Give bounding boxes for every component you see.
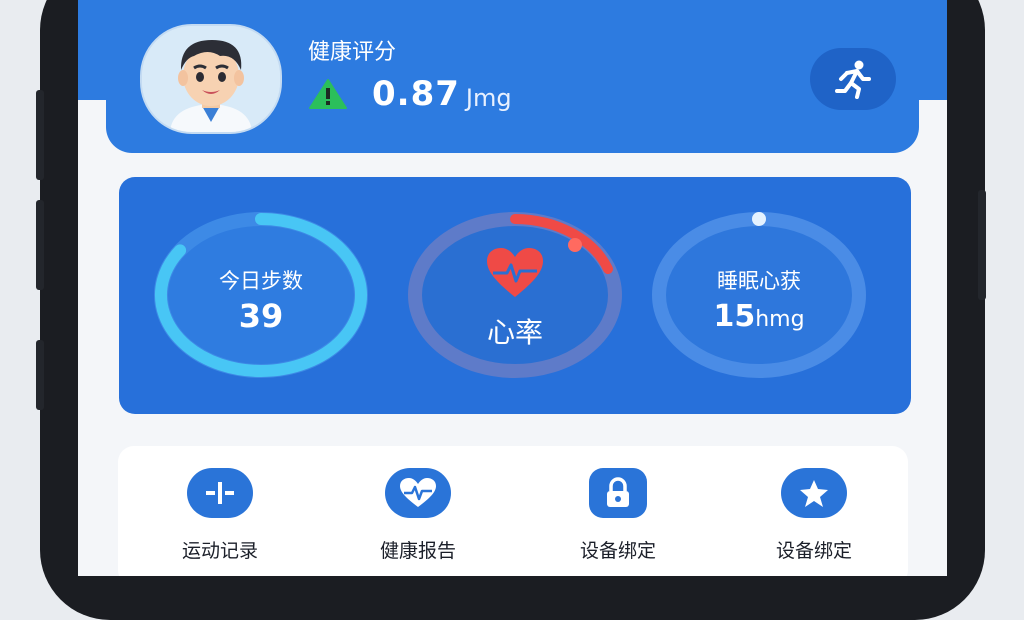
side-switch xyxy=(36,340,44,410)
action-label: 设备绑定 xyxy=(579,540,656,562)
action-device-binding[interactable]: 设备绑定 xyxy=(548,468,688,563)
health-score-unit: Jmg xyxy=(465,84,512,112)
heart-rate-label: 心率 xyxy=(486,316,543,349)
avatar[interactable] xyxy=(140,24,282,134)
power-button xyxy=(978,190,986,300)
steps-value: 39 xyxy=(238,297,284,335)
lock-icon xyxy=(589,468,647,518)
avatar-illustration xyxy=(142,26,280,132)
sleep-unit: hmg xyxy=(755,307,805,332)
health-stats-card: 今日步数 39 心率 睡眠心获 15hmg xyxy=(119,177,911,414)
action-health-report[interactable]: 健康报告 xyxy=(348,468,488,563)
steps-ring[interactable]: 今日步数 39 xyxy=(149,207,373,383)
action-label: 运动记录 xyxy=(181,540,258,562)
heart-pulse-icon xyxy=(385,468,451,518)
app-screen: 健康评分 0.87 Jmg 今日步数 39 心率 睡眠心获 15hmg 运动记录… xyxy=(78,0,947,576)
star-icon xyxy=(781,468,847,518)
sleep-value-row: 15hmg xyxy=(647,299,871,334)
action-exercise-records[interactable]: 运动记录 xyxy=(150,468,290,563)
running-icon xyxy=(835,60,871,99)
warning-icon xyxy=(309,79,347,109)
health-score-row: 0.87 Jmg xyxy=(308,74,512,114)
action-label: 健康报告 xyxy=(379,540,456,562)
health-score-title: 健康评分 xyxy=(308,40,397,65)
sleep-progress-ring xyxy=(652,212,866,378)
steps-label: 今日步数 xyxy=(219,269,303,293)
sleep-ring[interactable]: 睡眠心获 15hmg xyxy=(647,207,871,383)
record-icon xyxy=(187,468,253,518)
action-device-binding-2[interactable]: 设备绑定 xyxy=(744,468,884,563)
steps-progress-ring xyxy=(154,212,368,378)
sleep-label: 睡眠心获 xyxy=(717,269,801,293)
volume-down-button xyxy=(36,200,44,290)
heart-rate-ring[interactable]: 心率 xyxy=(403,207,627,383)
action-label: 设备绑定 xyxy=(775,540,852,562)
sleep-value: 15 xyxy=(713,299,756,334)
volume-up-button xyxy=(36,90,44,180)
health-score-value: 0.87 xyxy=(372,74,460,114)
quick-actions-card: 运动记录 健康报告 设备绑定 设备绑定 xyxy=(118,446,908,576)
exercise-button[interactable] xyxy=(810,48,896,110)
heart-icon xyxy=(487,248,543,297)
